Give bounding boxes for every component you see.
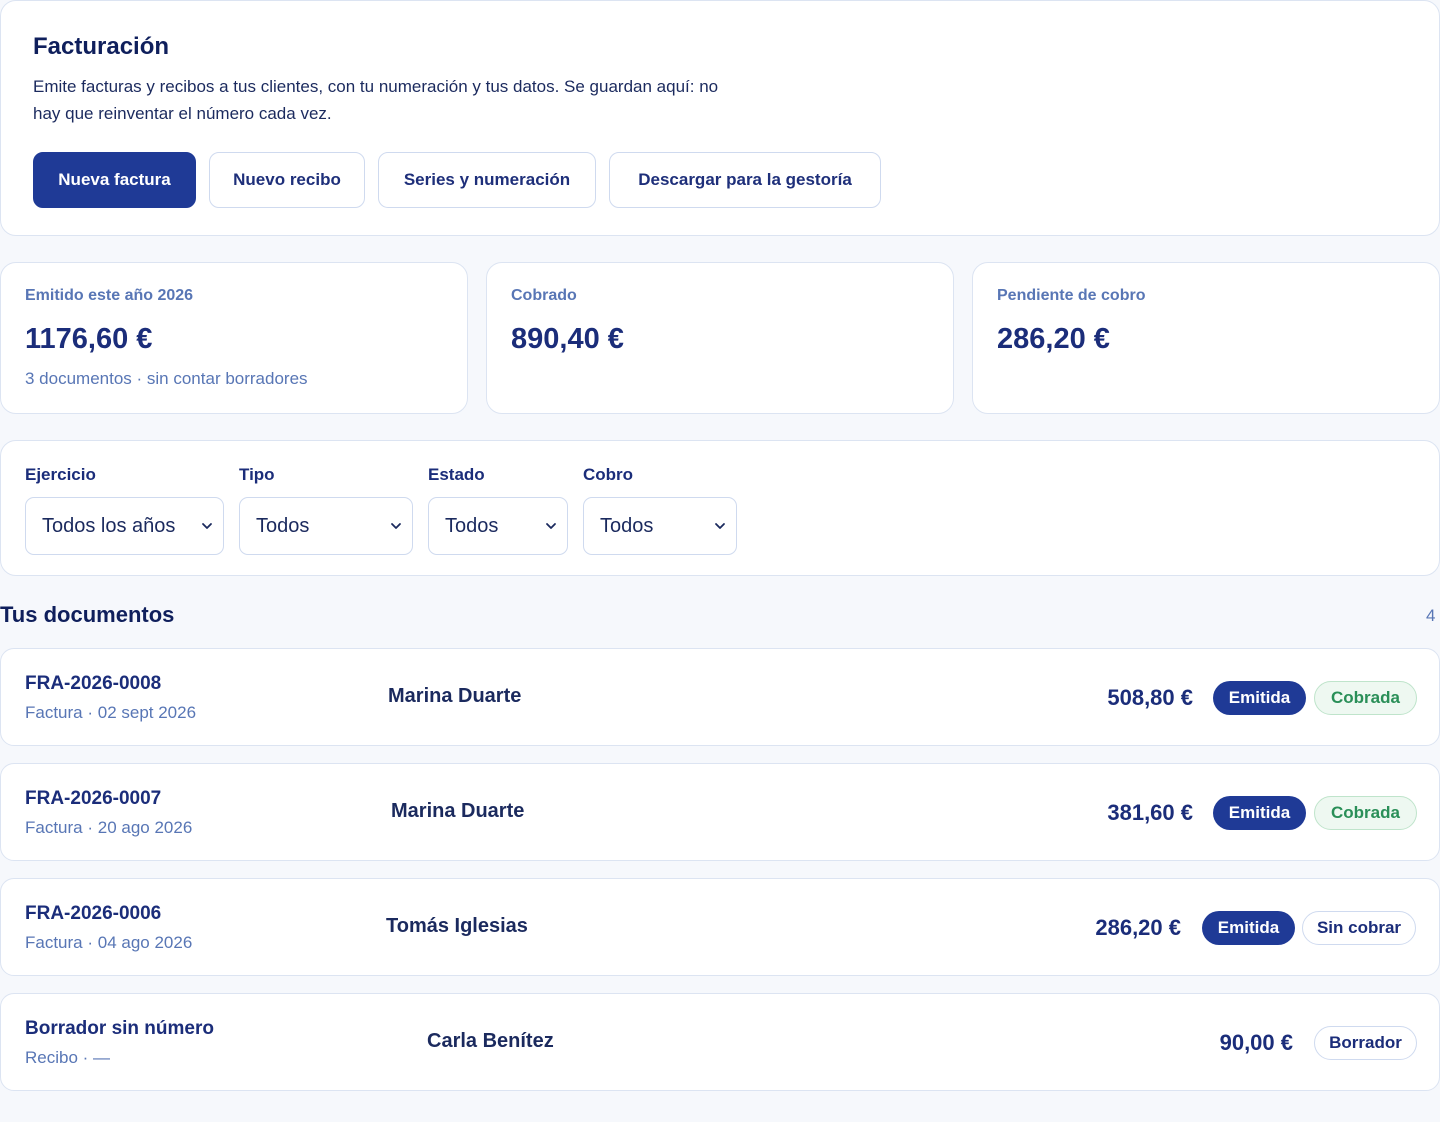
document-amount: 381,60 € [1107, 800, 1193, 825]
filter-label-year: Ejercicio [25, 465, 96, 484]
document-client: Marina Duarte [391, 800, 525, 822]
chevron-down-icon [546, 523, 556, 529]
status-badge: Emitida [1213, 796, 1306, 830]
status-select[interactable]: Todos [428, 497, 568, 555]
document-amount: 508,80 € [1107, 685, 1193, 710]
document-meta: Factura · 04 ago 2026 [25, 933, 193, 952]
stat-value: 1176,60 € [25, 323, 153, 355]
download-for-accountant-button[interactable]: Descargar para la gestoría [609, 152, 881, 208]
document-amount: 286,20 € [1095, 915, 1181, 940]
page-title: Facturación [33, 33, 170, 60]
stat-card-pending: Pendiente de cobro 286,20 € [972, 262, 1440, 414]
status-select-value: Todos [445, 514, 499, 537]
document-client: Carla Benítez [427, 1030, 554, 1052]
series-numbering-button[interactable]: Series y numeración [378, 152, 596, 208]
document-client: Tomás Iglesias [386, 915, 528, 937]
documents-count: 4 [1426, 606, 1436, 625]
document-client: Marina Duarte [388, 685, 522, 707]
document-number: FRA-2026-0008 [25, 673, 162, 694]
payment-badge: Cobrada [1314, 681, 1417, 715]
new-invoice-button[interactable]: Nueva factura [33, 152, 196, 208]
type-select-value: Todos [256, 514, 310, 537]
stat-card-issued: Emitido este año 2026 1176,60 € 3 docume… [0, 262, 468, 414]
stat-card-collected: Cobrado 890,40 € [486, 262, 954, 414]
stat-value: 286,20 € [997, 323, 1110, 355]
status-badge: Borrador [1314, 1026, 1417, 1060]
status-badge: Emitida [1202, 911, 1295, 945]
payment-badge: Cobrada [1314, 796, 1417, 830]
stat-label: Pendiente de cobro [997, 287, 1146, 304]
chevron-down-icon [715, 523, 725, 529]
page-description: Emite facturas y recibos a tus clientes,… [33, 77, 719, 123]
document-number: FRA-2026-0006 [25, 903, 162, 924]
documents-section-title: Tus documentos [0, 602, 175, 627]
chevron-down-icon [202, 523, 212, 529]
document-meta: Factura · 02 sept 2026 [25, 703, 197, 722]
document-number: FRA-2026-0007 [25, 788, 162, 809]
document-meta: Recibo · — [25, 1048, 111, 1067]
billing-header-card: Facturación Emite facturas y recibos a t… [0, 0, 1440, 236]
stat-note: 3 documentos · sin contar borradores [25, 369, 308, 388]
filter-label-type: Tipo [239, 465, 275, 484]
document-row[interactable]: FRA-2026-0008 Factura · 02 sept 2026 Mar… [0, 648, 1440, 746]
document-row[interactable]: FRA-2026-0006 Factura · 04 ago 2026 Tomá… [0, 878, 1440, 976]
document-row[interactable]: Borrador sin número Recibo · — Carla Ben… [0, 993, 1440, 1091]
year-select[interactable]: Todos los años [25, 497, 224, 555]
stat-value: 890,40 € [511, 323, 624, 355]
year-select-value: Todos los años [42, 514, 176, 537]
document-amount: 90,00 € [1219, 1030, 1293, 1055]
payment-select-value: Todos [600, 514, 654, 537]
filter-label-status: Estado [428, 465, 485, 484]
status-badge: Emitida [1213, 681, 1306, 715]
stat-label: Cobrado [511, 287, 577, 304]
type-select[interactable]: Todos [239, 497, 413, 555]
new-receipt-button[interactable]: Nuevo recibo [209, 152, 365, 208]
payment-badge: Sin cobrar [1302, 911, 1416, 945]
filters-card: Ejercicio Todos los años Tipo Todos Esta… [0, 440, 1440, 576]
document-meta: Factura · 20 ago 2026 [25, 818, 193, 837]
filter-label-payment: Cobro [583, 465, 634, 484]
document-number: Borrador sin número [25, 1018, 214, 1039]
document-row[interactable]: FRA-2026-0007 Factura · 20 ago 2026 Mari… [0, 763, 1440, 861]
payment-select[interactable]: Todos [583, 497, 737, 555]
chevron-down-icon [391, 523, 401, 529]
stat-label: Emitido este año 2026 [25, 287, 194, 304]
